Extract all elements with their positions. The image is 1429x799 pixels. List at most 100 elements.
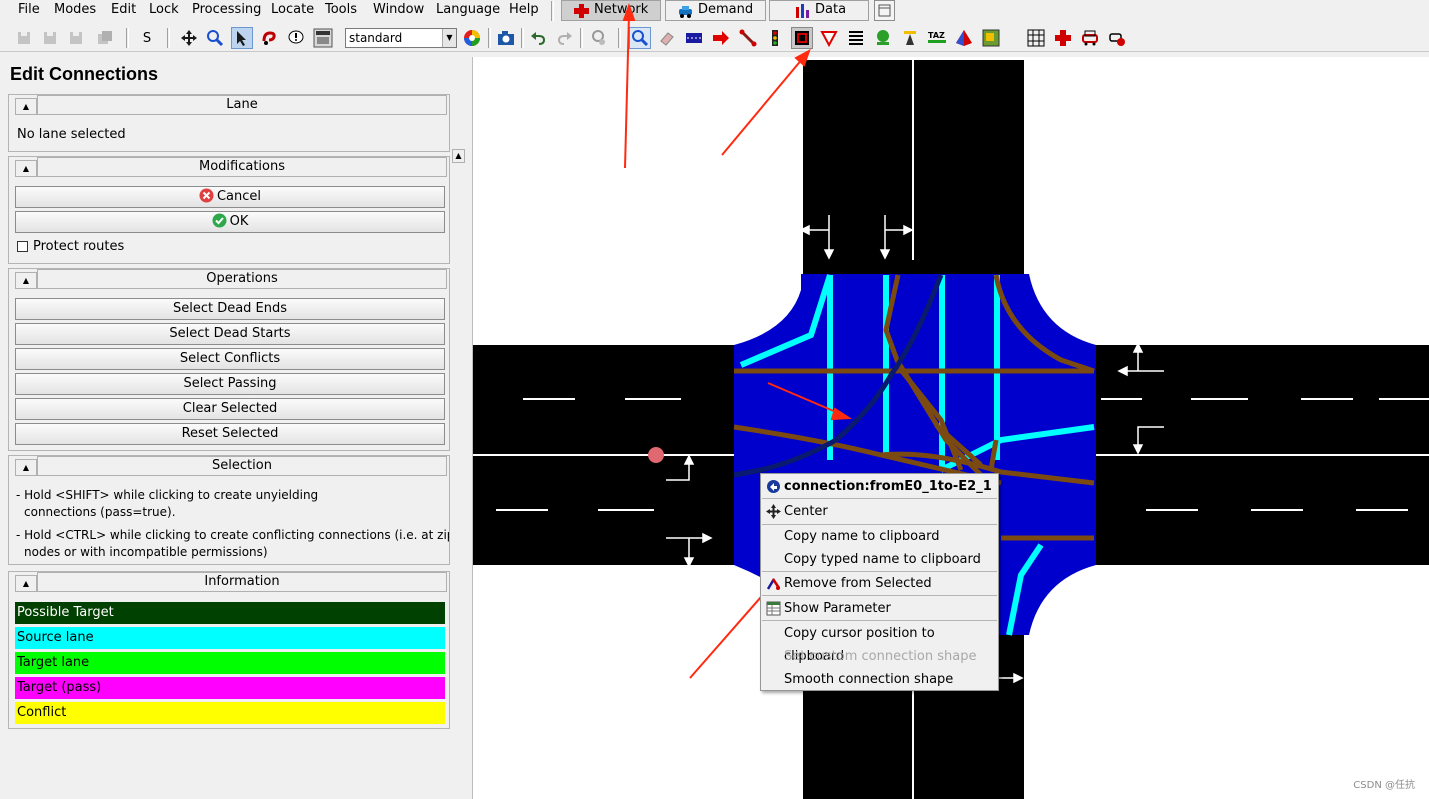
- collapse-information-button[interactable]: ▲: [15, 575, 37, 592]
- menu-bar: File Modes Edit Lock Processing Locate T…: [0, 0, 1429, 22]
- menu-modes[interactable]: Modes: [54, 2, 96, 18]
- edit-connections-button[interactable]: [791, 27, 813, 49]
- color-wheel-icon: [464, 30, 480, 46]
- connection-mode-button[interactable]: [737, 27, 759, 49]
- junction-shape-button[interactable]: [1052, 27, 1074, 49]
- vehicle-mode-button[interactable]: [1079, 27, 1101, 49]
- vehicle-warning-button[interactable]: [1106, 27, 1128, 49]
- information-header: ▲ Information: [9, 572, 449, 594]
- collapse-modifications-button[interactable]: ▲: [15, 160, 37, 177]
- window-toggle-button[interactable]: [874, 0, 895, 21]
- eraser-button[interactable]: [656, 27, 678, 49]
- menu-grid-button[interactable]: [312, 27, 334, 49]
- crossing-button[interactable]: [845, 27, 867, 49]
- context-copy-name[interactable]: Copy name to clipboard: [761, 525, 998, 548]
- modifications-frame: ▲ Modifications Cancel OK Protect routes: [8, 156, 450, 264]
- panel-title: Edit Connections: [10, 64, 158, 84]
- traffic-light-button[interactable]: [764, 27, 786, 49]
- edit-additional-button[interactable]: [285, 27, 307, 49]
- context-remove-from-selected[interactable]: Remove from Selected: [761, 572, 998, 595]
- supermode-s-button[interactable]: S: [136, 27, 158, 49]
- delete-button[interactable]: [258, 27, 280, 49]
- menu-window[interactable]: Window: [373, 2, 424, 18]
- data-mode-button[interactable]: Data: [769, 0, 869, 21]
- menu-file[interactable]: File: [18, 2, 40, 18]
- select-dead-ends-button[interactable]: Select Dead Ends: [15, 298, 445, 320]
- car-front-icon: [1082, 30, 1098, 46]
- speech-bubble-icon: [288, 30, 304, 44]
- menu-separator: [762, 498, 997, 499]
- legend-conflict: Conflict: [15, 702, 445, 724]
- context-menu: connection:fromE0_1to-E2_1 Center Copy n…: [760, 473, 999, 691]
- toggle-grid-button[interactable]: [1025, 27, 1047, 49]
- color-wheel-button[interactable]: [461, 27, 483, 49]
- selection-header: ▲ Selection: [9, 456, 449, 478]
- move-view-button[interactable]: [178, 27, 200, 49]
- information-title: Information: [37, 572, 447, 592]
- menu-language[interactable]: Language: [436, 2, 500, 18]
- taz-button[interactable]: TAZ: [926, 27, 948, 49]
- additional-button[interactable]: [872, 27, 894, 49]
- context-smooth-shape[interactable]: Smooth connection shape: [761, 668, 998, 691]
- context-menu-title: connection:fromE0_1to-E2_1: [761, 475, 998, 498]
- screenshot-button[interactable]: [495, 27, 517, 49]
- inspect-button[interactable]: [204, 27, 226, 49]
- create-edge-button[interactable]: [683, 27, 705, 49]
- move-element-button[interactable]: [710, 27, 732, 49]
- move-icon: [181, 30, 197, 46]
- decal-button[interactable]: [980, 27, 1002, 49]
- wire-button[interactable]: [899, 27, 921, 49]
- menu-separator: [762, 595, 997, 596]
- open-button[interactable]: [39, 27, 61, 49]
- menu-help[interactable]: Help: [509, 2, 539, 18]
- context-show-parameter[interactable]: Show Parameter: [761, 597, 998, 620]
- delete-icon: [262, 31, 276, 45]
- redo-button[interactable]: [554, 27, 576, 49]
- clear-selected-button[interactable]: Clear Selected: [15, 398, 445, 420]
- context-remove-label: Remove from Selected: [784, 576, 932, 591]
- menu-locate[interactable]: Locate: [271, 2, 314, 18]
- selection-hint-2: connections (pass=true).: [24, 505, 176, 519]
- color-scheme-select[interactable]: standard ▼: [345, 28, 457, 48]
- save-button[interactable]: [65, 27, 87, 49]
- network-mode-button[interactable]: Network: [561, 0, 661, 21]
- select-conflicts-button[interactable]: Select Conflicts: [15, 348, 445, 370]
- connection-icon: [739, 29, 757, 47]
- context-copy-cursor-position[interactable]: Copy cursor position to clipboard: [761, 622, 998, 664]
- save-all-button[interactable]: [94, 27, 116, 49]
- collapse-operations-button[interactable]: ▲: [15, 272, 37, 289]
- demand-mode-button[interactable]: Demand: [665, 0, 766, 21]
- selection-hint-4: nodes or with incompatible permissions): [24, 545, 268, 559]
- select-dead-starts-button[interactable]: Select Dead Starts: [15, 323, 445, 345]
- select-mode-button[interactable]: [231, 27, 253, 49]
- reset-selected-button[interactable]: Reset Selected: [15, 423, 445, 445]
- menu-lock[interactable]: Lock: [149, 2, 179, 18]
- network-stats-button[interactable]: [587, 27, 609, 49]
- select-passing-button[interactable]: Select Passing: [15, 373, 445, 395]
- cancel-button[interactable]: Cancel: [15, 186, 445, 208]
- new-network-button[interactable]: [13, 27, 35, 49]
- menu-edit[interactable]: Edit: [111, 2, 136, 18]
- polygon-button[interactable]: [953, 27, 975, 49]
- prohibition-button[interactable]: [818, 27, 840, 49]
- protect-routes-checkbox[interactable]: [17, 241, 28, 252]
- context-center[interactable]: Center: [761, 500, 998, 523]
- scroll-up-button[interactable]: ▲: [452, 149, 465, 163]
- collapse-selection-button[interactable]: ▲: [15, 459, 37, 476]
- ok-button[interactable]: OK: [15, 211, 445, 233]
- menu-separator: [762, 620, 997, 621]
- menu-icon: [313, 28, 333, 48]
- bar-chart-icon: [796, 4, 809, 18]
- menu-tools[interactable]: Tools: [325, 2, 357, 18]
- polygon-icon: [956, 30, 972, 46]
- collapse-lane-button[interactable]: ▲: [15, 98, 37, 115]
- remove-selection-icon: [766, 578, 781, 590]
- undo-button[interactable]: [527, 27, 549, 49]
- context-copy-typed-name[interactable]: Copy typed name to clipboard: [761, 548, 998, 571]
- lane-header: ▲ Lane: [9, 95, 449, 117]
- inspect-mode-button[interactable]: [629, 27, 651, 49]
- cancel-label: Cancel: [216, 189, 262, 204]
- menu-processing[interactable]: Processing: [192, 2, 261, 18]
- disk-icon: [44, 32, 56, 44]
- junction-connections-icon: [795, 31, 809, 45]
